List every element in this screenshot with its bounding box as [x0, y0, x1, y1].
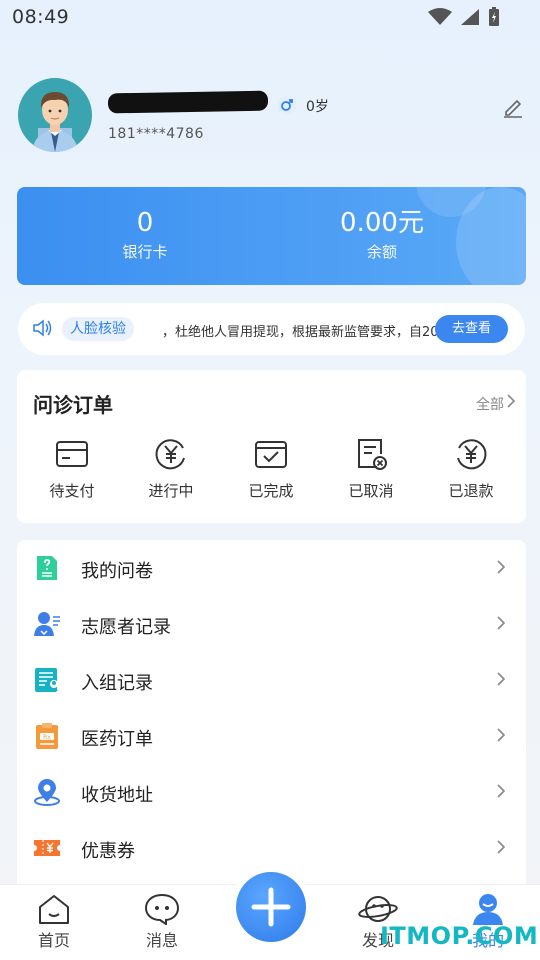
checkmark-box-icon: [255, 441, 287, 468]
order-refunded[interactable]: 已退款: [431, 436, 511, 501]
menu-item-questionnaire[interactable]: 我的问卷: [17, 540, 526, 596]
status-icons: [428, 7, 500, 27]
wifi-icon: [428, 8, 452, 25]
location-icon: [34, 779, 60, 806]
order-cancelled[interactable]: 已取消: [331, 436, 411, 501]
add-button[interactable]: [236, 872, 306, 942]
bank-card-label: 银行卡: [122, 243, 168, 261]
orders-all-link[interactable]: 全部: [476, 394, 504, 414]
tab-label: 消息: [145, 931, 178, 950]
order-completed[interactable]: 已完成: [231, 436, 311, 501]
discover-icon: [358, 896, 398, 922]
menu-item-label: 入组记录: [81, 673, 153, 694]
tab-label: 首页: [37, 931, 70, 950]
plus-icon: [251, 887, 291, 927]
yuan-clock-icon: [155, 439, 185, 470]
questionnaire-icon: [37, 556, 57, 580]
message-icon: [144, 893, 180, 925]
battery-icon: [489, 7, 499, 26]
edit-icon[interactable]: [502, 96, 524, 118]
view-button[interactable]: 去查看: [435, 315, 508, 343]
chevron-right-icon: [497, 672, 506, 686]
enrollment-icon: [35, 668, 58, 692]
status-bar: 08:49: [0, 0, 540, 34]
cell-signal-icon: [461, 9, 479, 25]
status-time: 08:49: [12, 6, 70, 28]
card-icon: [56, 441, 88, 467]
bank-card-count: 0: [136, 208, 154, 238]
coupon-icon: [34, 840, 60, 856]
order-pending-payment[interactable]: 待支付: [32, 436, 112, 501]
order-label: 进行中: [148, 482, 194, 500]
balance-label: 余额: [366, 243, 397, 261]
chevron-right-icon: [497, 728, 506, 742]
cancel-doc-icon: [358, 439, 387, 470]
order-label: 已退款: [448, 482, 494, 500]
chevron-right-icon: [497, 616, 506, 630]
chevron-right-icon: [497, 560, 506, 574]
order-in-progress[interactable]: 进行中: [131, 436, 211, 501]
avatar[interactable]: [18, 78, 92, 152]
consultation-orders: 问诊订单 全部 待支付 进行中 已完成 已取消 已退款: [17, 370, 526, 523]
refund-icon: [457, 439, 487, 470]
name-redacted: [107, 90, 269, 114]
chevron-right-icon: [497, 840, 506, 854]
chevron-right-icon: [497, 784, 506, 798]
notice-bar: 人脸核验 ，杜绝他人冒用提现，根据最新监管要求，自2023 去查看: [18, 303, 525, 355]
tab-messages[interactable]: 消息: [122, 893, 202, 951]
wallet-card: 0 银行卡 0.00元 余额: [17, 187, 526, 285]
menu-item-label: 志愿者记录: [81, 617, 171, 638]
age-label: 0岁: [306, 99, 329, 115]
menu-item-label: 收货地址: [81, 785, 153, 806]
svg-text:Rx: Rx: [43, 734, 51, 741]
speaker-icon: [33, 319, 52, 337]
watermark: ITMOP.COM: [380, 922, 539, 950]
menu-item-label: 医药订单: [81, 729, 153, 750]
menu-item-medicine-order[interactable]: Rx 医药订单: [17, 708, 526, 764]
phone-number: 181****4786: [108, 126, 204, 142]
notice-message: ，杜绝他人冒用提现，根据最新监管要求，自2023: [162, 325, 444, 340]
prescription-icon: Rx: [36, 723, 58, 749]
volunteer-icon: [34, 612, 60, 636]
balance-section[interactable]: 0.00元 余额: [327, 207, 437, 262]
menu-list: 我的问卷 志愿者记录 入组记录 Rx 医药订单 收货地址 优惠券: [17, 540, 526, 900]
face-verify-tag: 人脸核验: [62, 317, 134, 341]
home-icon: [39, 895, 69, 924]
profile-icon: [473, 894, 503, 925]
tab-home[interactable]: 首页: [14, 893, 94, 951]
chevron-right-icon: [507, 394, 516, 408]
order-label: 已完成: [248, 482, 294, 500]
balance-value: 0.00元: [340, 208, 424, 238]
menu-item-coupon[interactable]: 优惠券: [17, 820, 526, 876]
menu-item-enrollment[interactable]: 入组记录: [17, 652, 526, 708]
male-icon: [278, 95, 296, 115]
menu-item-shipping-address[interactable]: 收货地址: [17, 764, 526, 820]
bank-card-section[interactable]: 0 银行卡: [105, 207, 185, 262]
order-label: 待支付: [49, 482, 95, 500]
profile-header: 0岁 181****4786: [0, 76, 540, 166]
orders-title: 问诊订单: [33, 393, 113, 417]
menu-item-label: 我的问卷: [81, 561, 153, 582]
order-label: 已取消: [348, 482, 394, 500]
menu-item-volunteer[interactable]: 志愿者记录: [17, 596, 526, 652]
menu-item-label: 优惠券: [81, 841, 135, 862]
